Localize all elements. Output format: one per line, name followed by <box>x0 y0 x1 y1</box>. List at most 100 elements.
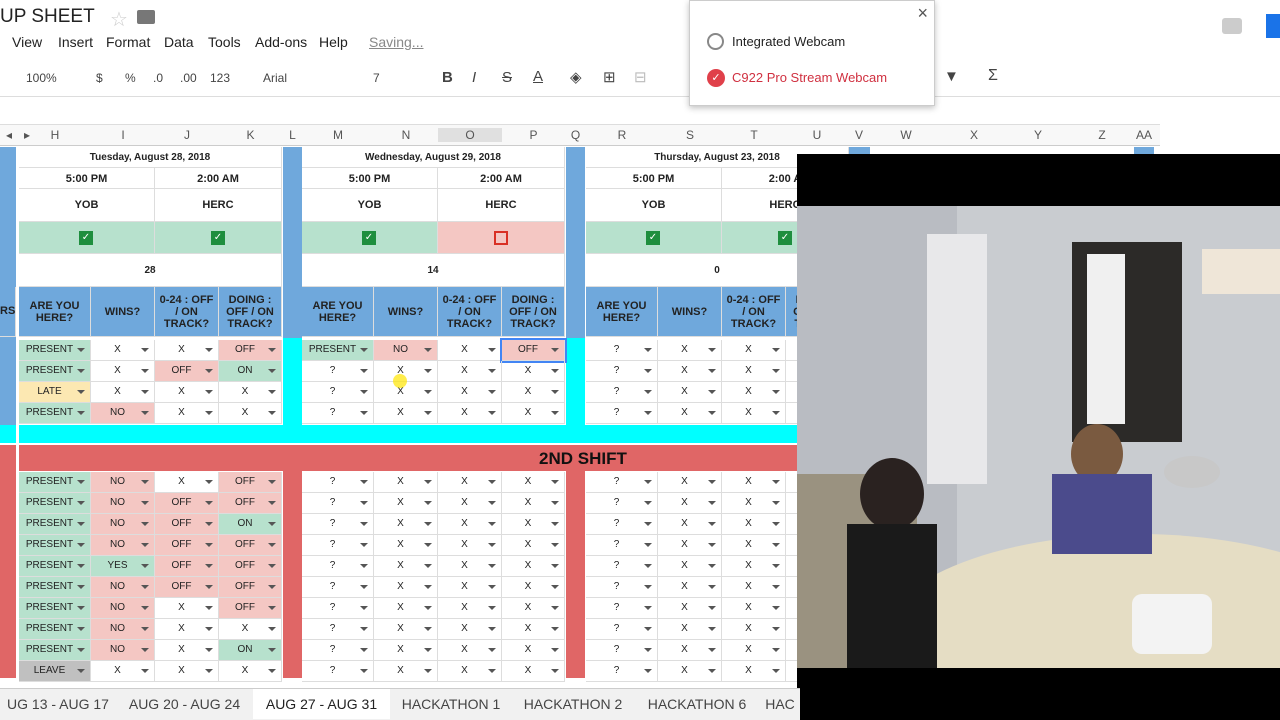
dropdown-cell[interactable]: OFF <box>219 598 282 619</box>
dropdown-cell[interactable]: X <box>658 556 722 577</box>
dropdown-cell[interactable]: X <box>438 361 502 382</box>
dropdown-cell[interactable]: X <box>722 472 786 493</box>
dropdown-cell[interactable]: X <box>658 577 722 598</box>
strikethrough-icon[interactable]: S <box>502 69 512 86</box>
dropdown-cell[interactable]: PRESENT <box>19 556 91 577</box>
percent-button[interactable]: % <box>125 71 136 85</box>
dropdown-cell[interactable]: X <box>374 472 438 493</box>
dropdown-cell[interactable]: ? <box>302 493 374 514</box>
sheet-tab[interactable]: HACKATHON 6 <box>634 689 760 719</box>
borders-icon[interactable]: ⊞ <box>603 68 616 86</box>
dropdown-cell[interactable]: ? <box>586 556 658 577</box>
dropdown-cell[interactable]: NO <box>91 577 155 598</box>
checkbox-cell[interactable]: ✓ <box>155 222 282 254</box>
dropdown-cell[interactable]: X <box>722 640 786 661</box>
dropdown-cell[interactable]: X <box>438 577 502 598</box>
dropdown-cell[interactable]: NO <box>91 640 155 661</box>
currency-button[interactable]: $ <box>96 71 103 85</box>
column-header[interactable]: I <box>91 128 155 142</box>
dropdown-cell[interactable]: X <box>155 403 219 424</box>
sheet-tab[interactable]: UG 13 - AUG 17 <box>0 689 116 719</box>
dropdown-cell[interactable]: X <box>374 640 438 661</box>
dropdown-cell[interactable]: X <box>502 382 565 403</box>
dropdown-cell[interactable]: X <box>219 403 282 424</box>
dropdown-cell[interactable]: X <box>722 340 786 361</box>
dropdown-cell[interactable]: X <box>91 382 155 403</box>
dropdown-cell[interactable]: X <box>219 619 282 640</box>
dropdown-cell[interactable]: ? <box>586 493 658 514</box>
dropdown-cell[interactable]: X <box>722 619 786 640</box>
dropdown-cell[interactable]: X <box>438 556 502 577</box>
dropdown-cell[interactable]: ? <box>302 514 374 535</box>
dropdown-cell[interactable]: X <box>374 514 438 535</box>
dropdown-cell[interactable]: X <box>722 493 786 514</box>
dropdown-cell[interactable]: OFF <box>500 338 567 363</box>
dropdown-cell[interactable]: X <box>722 361 786 382</box>
column-header[interactable]: X <box>942 128 1006 142</box>
star-icon[interactable]: ☆ <box>110 7 128 32</box>
dropdown-cell[interactable]: ? <box>586 361 658 382</box>
menu-tools[interactable]: Tools <box>208 34 241 50</box>
dropdown-cell[interactable]: ? <box>586 340 658 361</box>
column-header[interactable]: U <box>786 128 848 142</box>
dropdown-cell[interactable]: X <box>155 382 219 403</box>
italic-icon[interactable]: I <box>472 69 476 86</box>
dropdown-cell[interactable]: X <box>438 598 502 619</box>
menu-insert[interactable]: Insert <box>58 34 93 50</box>
dropdown-cell[interactable]: X <box>438 640 502 661</box>
column-header[interactable]: Y <box>1006 128 1070 142</box>
dropdown-cell[interactable]: X <box>502 619 565 640</box>
dropdown-cell[interactable]: ? <box>586 472 658 493</box>
column-header[interactable]: R <box>586 128 658 142</box>
dropdown-cell[interactable]: NO <box>91 535 155 556</box>
dropdown-cell[interactable]: X <box>91 340 155 361</box>
dropdown-cell[interactable]: X <box>722 577 786 598</box>
dropdown-cell[interactable]: ? <box>302 598 374 619</box>
column-header[interactable]: T <box>722 128 786 142</box>
dropdown-cell[interactable]: ? <box>302 577 374 598</box>
dropdown-cell[interactable]: LATE <box>19 382 91 403</box>
dropdown-cell[interactable]: ON <box>219 514 282 535</box>
dropdown-cell[interactable]: X <box>722 598 786 619</box>
dropdown-cell[interactable]: NO <box>91 472 155 493</box>
dropdown-cell[interactable]: ? <box>586 598 658 619</box>
dropdown-cell[interactable]: ? <box>586 514 658 535</box>
dropdown-cell[interactable]: PRESENT <box>19 598 91 619</box>
menu-view[interactable]: View <box>12 34 42 50</box>
scroll-left-icon[interactable]: ◂ <box>2 128 16 142</box>
comments-icon[interactable] <box>1222 18 1242 34</box>
checkbox-checked-icon[interactable]: ✓ <box>362 231 376 245</box>
sheet-tab[interactable]: AUG 20 - AUG 24 <box>116 689 253 719</box>
dropdown-cell[interactable]: OFF <box>155 361 219 382</box>
font-size-select[interactable]: 7 <box>373 71 380 85</box>
dropdown-cell[interactable]: X <box>438 472 502 493</box>
checkbox-cell[interactable]: ✓ <box>586 222 722 254</box>
column-header[interactable]: Q <box>566 128 585 142</box>
close-icon[interactable]: × <box>917 3 928 24</box>
dropdown-cell[interactable]: OFF <box>219 535 282 556</box>
text-color-icon[interactable]: A <box>533 68 543 85</box>
dropdown-cell[interactable]: X <box>438 340 502 361</box>
functions-icon[interactable]: Σ <box>988 67 998 85</box>
dropdown-cell[interactable]: ? <box>586 640 658 661</box>
dropdown-cell[interactable]: X <box>658 640 722 661</box>
dropdown-cell[interactable]: OFF <box>155 514 219 535</box>
dropdown-cell[interactable]: X <box>438 493 502 514</box>
column-header[interactable]: K <box>219 128 282 142</box>
dropdown-cell[interactable]: X <box>502 514 565 535</box>
dropdown-cell[interactable]: X <box>502 598 565 619</box>
dropdown-cell[interactable]: X <box>658 361 722 382</box>
bold-icon[interactable]: B <box>442 69 453 86</box>
column-header[interactable]: J <box>155 128 219 142</box>
dropdown-cell[interactable]: PRESENT <box>19 619 91 640</box>
dropdown-cell[interactable]: X <box>502 493 565 514</box>
menu-data[interactable]: Data <box>164 34 194 50</box>
dropdown-cell[interactable]: X <box>658 403 722 424</box>
dropdown-cell[interactable]: X <box>374 598 438 619</box>
dropdown-cell[interactable]: X <box>438 535 502 556</box>
dropdown-cell[interactable]: ? <box>302 361 374 382</box>
dropdown-cell[interactable]: X <box>722 382 786 403</box>
dropdown-cell[interactable]: X <box>502 403 565 424</box>
dropdown-cell[interactable]: ? <box>302 535 374 556</box>
dropdown-cell[interactable]: X <box>722 403 786 424</box>
